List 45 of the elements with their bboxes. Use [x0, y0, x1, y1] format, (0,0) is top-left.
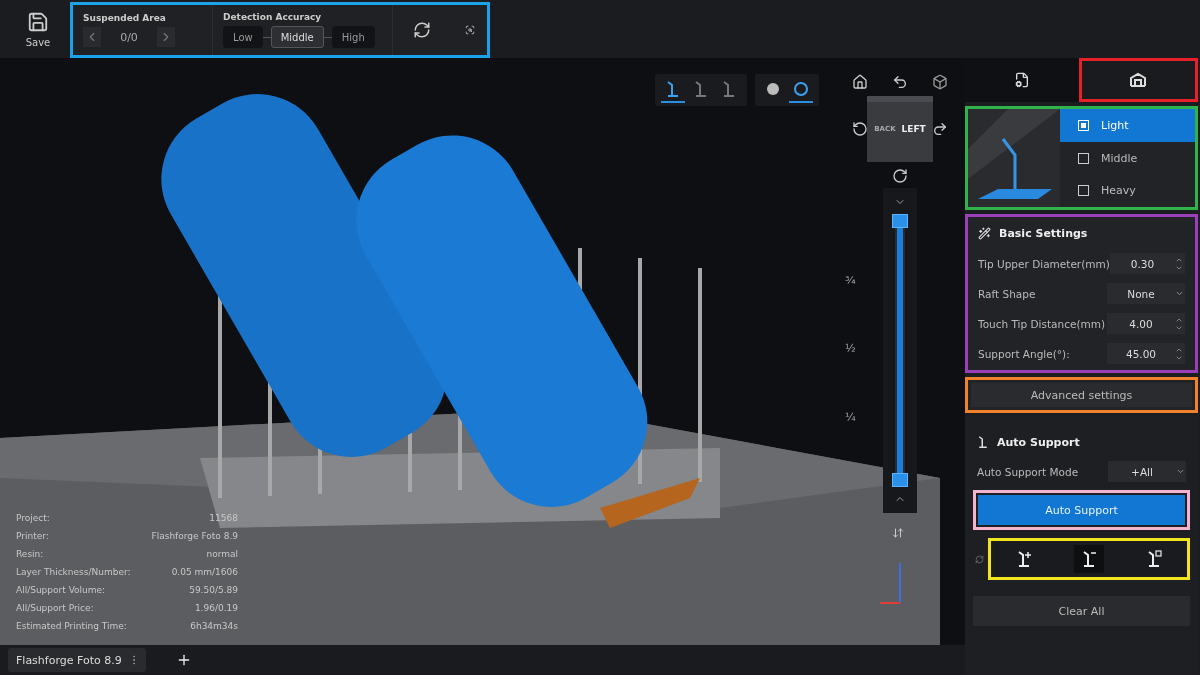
section-title: Basic Settings: [999, 227, 1088, 240]
field-label: Touch Tip Distance(mm): [978, 317, 1106, 330]
field-label: Tip Upper Diameter(mm): [978, 257, 1110, 270]
group-label: Detection Accuracy: [223, 12, 323, 22]
info-label: Resin:: [16, 549, 44, 559]
group-label: Suspended Area: [83, 13, 167, 23]
tab-label: Flashforge Foto 8.9: [16, 653, 122, 667]
slider-tick-label: ½: [845, 342, 856, 356]
info-value: normal: [206, 549, 238, 559]
density-option[interactable]: Heavy: [1060, 174, 1195, 207]
info-label: All/Support Price:: [16, 603, 94, 613]
field-label: Raft Shape: [978, 287, 1036, 300]
select-field[interactable]: None: [1107, 283, 1185, 304]
field-label: Auto Support Mode: [977, 465, 1079, 478]
advanced-settings-button[interactable]: Advanced settings: [971, 383, 1192, 407]
info-value: Flashforge Foto 8.9: [151, 531, 238, 541]
info-label: Estimated Printing Time:: [16, 621, 127, 631]
density-option[interactable]: Light: [1060, 109, 1195, 142]
auto-support-button[interactable]: Auto Support: [978, 495, 1185, 525]
info-value: 0.05 mm/1606: [171, 567, 238, 577]
accuracy-option[interactable]: Middle: [270, 26, 324, 48]
number-field[interactable]: 4.00: [1107, 313, 1185, 334]
accuracy-option[interactable]: Low: [223, 26, 263, 48]
section-title: Auto Support: [997, 435, 1080, 449]
info-value: 1.96/0.19: [194, 603, 238, 613]
suspended-count: 0/0: [119, 30, 139, 44]
slider-tick-label: ¼: [845, 410, 856, 424]
info-label: Project:: [16, 513, 50, 523]
number-field[interactable]: 45.00: [1107, 343, 1185, 364]
number-field[interactable]: 0.30: [1109, 253, 1185, 274]
save-button[interactable]: Save: [18, 10, 58, 48]
accuracy-option[interactable]: High: [331, 26, 375, 48]
slider-tick-label: ¾: [845, 274, 856, 288]
field-label: Support Angle(°):: [978, 347, 1070, 360]
clear-all-button[interactable]: Clear All: [973, 596, 1190, 626]
info-value: 6h34m34s: [190, 621, 238, 631]
select-field[interactable]: +All: [1108, 461, 1186, 482]
info-label: Layer Thickness/Number:: [16, 567, 131, 577]
info-value: 59.50/5.89: [189, 585, 238, 595]
density-option[interactable]: Middle: [1060, 141, 1195, 175]
info-label: Printer:: [16, 531, 49, 541]
cube-face-label: LEFT: [901, 124, 926, 134]
info-label: All/Support Volume:: [16, 585, 106, 595]
document-tab[interactable]: Flashforge Foto 8.9: [8, 648, 146, 672]
info-value: 11568: [209, 513, 238, 523]
